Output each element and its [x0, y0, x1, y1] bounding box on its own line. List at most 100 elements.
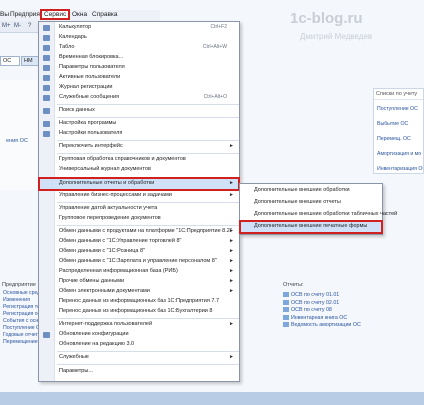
- menu-separator: [57, 318, 239, 319]
- list-item[interactable]: Перемещение: [0, 339, 40, 346]
- calendar-icon: [43, 34, 50, 41]
- chevron-right-icon: ►: [229, 228, 234, 234]
- menu-exchange-retail[interactable]: Обмен данными с "1С:Розница 8" ►: [39, 247, 239, 257]
- menu-utility[interactable]: Служебные ►: [39, 353, 239, 363]
- menu-separator: [57, 202, 239, 203]
- chevron-right-icon: ►: [229, 238, 234, 244]
- reports-header: Отчеты:: [283, 282, 304, 288]
- right-link-inventory[interactable]: Инвентаризация ОС: [374, 166, 423, 175]
- message-icon: [43, 94, 50, 101]
- chevron-right-icon: ►: [229, 354, 234, 360]
- right-link-disposal[interactable]: Выбытие ОС: [374, 121, 423, 130]
- report-link[interactable]: ОСВ по счету 08: [283, 307, 363, 315]
- additional-reports-submenu: Дополнительные внешние обработки Дополни…: [239, 183, 397, 235]
- reports-panel: Отчеты: ОСВ по счету 01.01 ОСВ по счету …: [283, 282, 363, 330]
- submenu-external-processing[interactable]: Дополнительные внешние обработки: [240, 185, 382, 195]
- menu-group-repost[interactable]: Групповое перепроведение документов: [39, 214, 239, 224]
- gear-icon: [43, 120, 50, 127]
- menu-separator: [57, 351, 239, 352]
- list-item[interactable]: Поступление ОС: [0, 325, 40, 332]
- report-icon: [283, 307, 289, 313]
- right-pane-header: Списки по учету: [374, 89, 423, 100]
- chevron-right-icon: ►: [229, 268, 234, 274]
- menu-universal-journal[interactable]: Универсальный журнал документов: [39, 165, 239, 175]
- left-pane-link[interactable]: ения ОС: [6, 138, 28, 144]
- memory-plus-button[interactable]: M+: [2, 23, 11, 29]
- menu-edi[interactable]: Обмен электронными документами ►: [39, 287, 239, 297]
- menu-transfer-77[interactable]: Перенос данных из информационных баз 1С:…: [39, 297, 239, 307]
- tab-os[interactable]: ОС: [0, 56, 20, 66]
- chevron-right-icon: ►: [229, 258, 234, 264]
- status-bar: [0, 392, 424, 405]
- menu-separator: [57, 364, 239, 365]
- menu-user-params[interactable]: Параметры пользователя: [39, 63, 239, 73]
- list-item[interactable]: Регистрация ос: [0, 311, 40, 318]
- menu-business-processes[interactable]: Управление бизнес-процессами и задачами ►: [39, 191, 239, 201]
- report-link[interactable]: Ведомость амортизации ОС: [283, 322, 363, 330]
- left-section: Предприятие Основные средст Изменения Ре…: [0, 280, 40, 388]
- menu-program-settings[interactable]: Настройка программы: [39, 119, 239, 129]
- menu-temp-lock[interactable]: Временная блокировка...: [39, 53, 239, 63]
- menu-other-exchanges[interactable]: Прочие обмены данными ►: [39, 277, 239, 287]
- list-item[interactable]: Изменения: [0, 297, 40, 304]
- tab-nm[interactable]: НМ: [21, 56, 39, 66]
- menu-calendar[interactable]: Календарь: [39, 33, 239, 43]
- calculator-icon: [43, 24, 50, 31]
- chevron-right-icon: ►: [229, 278, 234, 284]
- menu-item-service[interactable]: Сервис: [40, 9, 71, 20]
- service-menu: Калькулятор Ctrl+F2 Календарь Табло Ctrl+A…: [38, 21, 240, 382]
- chevron-right-icon: ►: [229, 321, 234, 327]
- memory-minus-button[interactable]: M-: [14, 23, 21, 29]
- report-label: ОСВ по счету 08: [291, 307, 332, 313]
- list-item[interactable]: Основные средст: [0, 290, 40, 297]
- menu-update-30[interactable]: Обновление на редакцию 3.0: [39, 340, 239, 350]
- watermark-site: 1c-blog.ru: [290, 10, 363, 27]
- menu-item-help[interactable]: Справка: [92, 11, 118, 18]
- menu-data-search[interactable]: Поиск данных: [39, 106, 239, 116]
- right-link-receipt[interactable]: Поступление ОС: [374, 106, 423, 115]
- report-label: Инвентарная книга ОС: [291, 314, 348, 321]
- report-link[interactable]: ОСВ по счету 01.01: [283, 292, 363, 300]
- menu-bar: Вы Предприятие Сервис Окна Справка: [0, 9, 160, 21]
- submenu-external-reports[interactable]: Дополнительные внешние отчеты: [240, 197, 382, 207]
- menu-separator: [57, 104, 239, 105]
- menu-exchange-82[interactable]: Обмен данными с продуктами на платформе …: [39, 227, 239, 237]
- help-button[interactable]: ?: [28, 23, 31, 29]
- submenu-external-print-forms[interactable]: Дополнительные внешние печатные формы: [239, 220, 383, 234]
- menu-group-processing[interactable]: Групповая обработка справочников и докум…: [39, 155, 239, 165]
- menu-event-log[interactable]: Журнал регистрации: [39, 83, 239, 93]
- menu-exchange-trade[interactable]: Обмен данными с "1С:Управление торговлей…: [39, 237, 239, 247]
- menu-board[interactable]: Табло Ctrl+Alt+W: [39, 43, 239, 53]
- submenu-external-tabular[interactable]: Дополнительные внешние обработки табличн…: [240, 209, 397, 219]
- right-link-depreciation[interactable]: Амортизация и мо: [374, 151, 423, 160]
- menu-item-windows[interactable]: Окна: [72, 11, 87, 18]
- report-icon: [283, 314, 289, 320]
- list-item[interactable]: Годовые отчет: [0, 332, 40, 339]
- menu-distributed-base[interactable]: Распределенная информационная база (РИБ)…: [39, 267, 239, 277]
- report-link[interactable]: ОСВ по счету 02.01: [283, 300, 363, 308]
- left-pane: ения ОС: [0, 80, 40, 190]
- chevron-right-icon: ►: [229, 180, 234, 186]
- log-icon: [43, 84, 50, 91]
- board-icon: [43, 44, 50, 51]
- menu-user-settings[interactable]: Настройки пользователя: [39, 129, 239, 139]
- menu-parameters[interactable]: Параметры...: [39, 367, 239, 377]
- report-icon: [283, 322, 289, 328]
- left-section-header: Предприятие: [2, 282, 36, 288]
- menu-additional-reports[interactable]: Дополнительные отчеты и обработки ►: [38, 177, 240, 191]
- menu-actuality-date[interactable]: Управление датой актуальности учета: [39, 204, 239, 214]
- menu-item-vy[interactable]: Вы: [0, 11, 9, 18]
- right-link-transfer[interactable]: Перемещ. ОС: [374, 136, 423, 145]
- menu-internet-support[interactable]: Интернет-поддержка пользователей ►: [39, 320, 239, 330]
- report-link[interactable]: Инвентарная книга ОС: [283, 315, 363, 323]
- menu-active-users[interactable]: Активные пользователи: [39, 73, 239, 83]
- menu-service-messages[interactable]: Служебные сообщения Ctrl+Alt+O: [39, 93, 239, 103]
- report-label: ОСВ по счету 02.01: [291, 299, 340, 306]
- list-item[interactable]: Регистрация тек: [0, 304, 40, 311]
- list-item[interactable]: События с основ: [0, 318, 40, 325]
- menu-switch-interface[interactable]: Переключить интерфейс ►: [39, 142, 239, 152]
- menu-exchange-salary[interactable]: Обмен данными с "1С:Зарплата и управлени…: [39, 257, 239, 267]
- menu-calculator[interactable]: Калькулятор Ctrl+F2: [39, 23, 239, 33]
- menu-transfer-buh8[interactable]: Перенос данных из информационных баз 1С:…: [39, 307, 239, 317]
- menu-config-update[interactable]: Обновление конфигурации: [39, 330, 239, 340]
